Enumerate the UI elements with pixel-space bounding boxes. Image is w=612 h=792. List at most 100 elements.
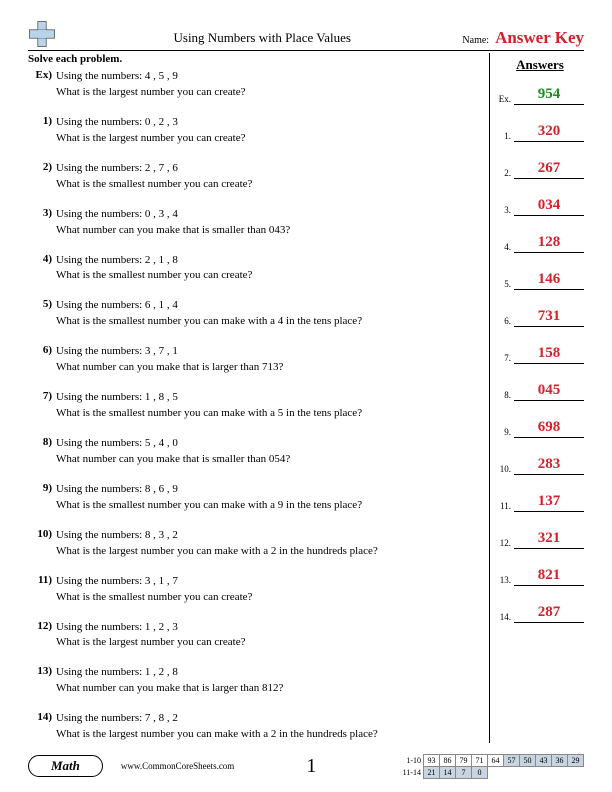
problem-number: 5) bbox=[28, 298, 52, 310]
answer-line: 698 bbox=[514, 419, 584, 438]
grid-cell: 79 bbox=[456, 754, 472, 766]
problem-number: 12) bbox=[28, 620, 52, 632]
answer-row: 6. 731 bbox=[496, 305, 584, 327]
answer-label: 4. bbox=[496, 242, 514, 253]
score-grid: 1-1093867971645750433629 11-14211470 bbox=[400, 754, 585, 779]
problem: 8) Using the numbers: 5 , 4 , 0What numbe… bbox=[28, 436, 481, 468]
answer-label: 8. bbox=[496, 390, 514, 401]
problem-text: Using the numbers: 2 , 7 , 6What is the … bbox=[56, 161, 481, 193]
problem: 14) Using the numbers: 7 , 8 , 2What is t… bbox=[28, 711, 481, 743]
answer-label: 6. bbox=[496, 316, 514, 327]
answer-line: 146 bbox=[514, 271, 584, 290]
answer-line: 045 bbox=[514, 382, 584, 401]
problem-text: Using the numbers: 4 , 5 , 9What is the … bbox=[56, 69, 481, 101]
grid-label: 1-10 bbox=[400, 754, 424, 766]
grid-cell: 29 bbox=[568, 754, 584, 766]
problem-number: 10) bbox=[28, 528, 52, 540]
plus-logo-icon bbox=[28, 20, 56, 48]
answer-key-label: Answer Key bbox=[495, 28, 584, 48]
problem-number: 7) bbox=[28, 390, 52, 402]
grid-cell: 86 bbox=[440, 754, 456, 766]
answer-label: 11. bbox=[496, 501, 514, 512]
answer-label: 2. bbox=[496, 168, 514, 179]
grid-cell: 7 bbox=[456, 766, 472, 778]
answer-line: 287 bbox=[514, 604, 584, 623]
problem: Ex) Using the numbers: 4 , 5 , 9What is t… bbox=[28, 69, 481, 101]
answer-label: 12. bbox=[496, 538, 514, 549]
problem: 9) Using the numbers: 8 , 6 , 9What is th… bbox=[28, 482, 481, 514]
grid-cell: 93 bbox=[424, 754, 440, 766]
answer-value: 321 bbox=[538, 530, 561, 546]
answer-value: 731 bbox=[538, 308, 561, 324]
answer-row: 8. 045 bbox=[496, 379, 584, 401]
problem-number: 6) bbox=[28, 344, 52, 356]
problem-number: 3) bbox=[28, 207, 52, 219]
answer-label: 9. bbox=[496, 427, 514, 438]
problem-text: Using the numbers: 2 , 1 , 8What is the … bbox=[56, 253, 481, 285]
answer-row: 12. 321 bbox=[496, 527, 584, 549]
answer-label: 10. bbox=[496, 464, 514, 475]
grid-cell: 50 bbox=[520, 754, 536, 766]
problem-text: Using the numbers: 0 , 2 , 3What is the … bbox=[56, 115, 481, 147]
problem: 1) Using the numbers: 0 , 2 , 3What is th… bbox=[28, 115, 481, 147]
answer-value: 034 bbox=[538, 197, 561, 213]
answer-row: 14. 287 bbox=[496, 601, 584, 623]
answer-line: 320 bbox=[514, 123, 584, 142]
answer-row: 4.128 bbox=[496, 231, 584, 253]
answer-label: 14. bbox=[496, 612, 514, 623]
grid-cell: 0 bbox=[472, 766, 488, 778]
problem-text: Using the numbers: 1 , 2 , 8What number … bbox=[56, 665, 481, 697]
problem-text: Using the numbers: 0 , 3 , 4What number … bbox=[56, 207, 481, 239]
problem: 11)Using the numbers: 3 , 1 , 7What is t… bbox=[28, 574, 481, 606]
answer-value: 954 bbox=[538, 86, 561, 102]
problem-text: Using the numbers: 8 , 6 , 9What is the … bbox=[56, 482, 481, 514]
problem-number: 1) bbox=[28, 115, 52, 127]
grid-cell: 71 bbox=[472, 754, 488, 766]
answer-value: 158 bbox=[538, 345, 561, 361]
page-number: 1 bbox=[306, 755, 316, 778]
answer-value: 320 bbox=[538, 123, 561, 139]
answer-label: 5. bbox=[496, 279, 514, 290]
problem: 6)Using the numbers: 3 , 7 , 1What numbe… bbox=[28, 344, 481, 376]
problem-number: Ex) bbox=[28, 69, 52, 81]
problem-text: Using the numbers: 1 , 2 , 3What is the … bbox=[56, 620, 481, 652]
header: Using Numbers with Place Values Name: An… bbox=[28, 20, 584, 51]
answer-value: 821 bbox=[538, 567, 561, 583]
problem-number: 9) bbox=[28, 482, 52, 494]
problem: 4)Using the numbers: 2 , 1 , 8What is th… bbox=[28, 253, 481, 285]
answer-row: 7. 158 bbox=[496, 342, 584, 364]
answer-row: 11. 137 bbox=[496, 490, 584, 512]
problem-text: Using the numbers: 7 , 8 , 2What is the … bbox=[56, 711, 481, 743]
answer-value: 287 bbox=[538, 604, 561, 620]
answer-value: 698 bbox=[538, 419, 561, 435]
answer-label: Ex. bbox=[496, 94, 514, 105]
problem: 12) Using the numbers: 1 , 2 , 3What is t… bbox=[28, 620, 481, 652]
answer-label: 1. bbox=[496, 131, 514, 142]
answer-row: Ex. 954 bbox=[496, 83, 584, 105]
grid-cell: 43 bbox=[536, 754, 552, 766]
problem-number: 13) bbox=[28, 665, 52, 677]
problem: 3) Using the numbers: 0 , 3 , 4What numbe… bbox=[28, 207, 481, 239]
problem-number: 8) bbox=[28, 436, 52, 448]
grid-cell: 36 bbox=[552, 754, 568, 766]
answer-line: 128 bbox=[514, 234, 584, 253]
answers-column: Answers Ex.9541.3202.2673.0344.1285.1466… bbox=[489, 53, 584, 743]
answer-label: 7. bbox=[496, 353, 514, 364]
answer-row: 10.283 bbox=[496, 453, 584, 475]
answer-value: 137 bbox=[538, 493, 561, 509]
footer: Math www.CommonCoreSheets.com 1 1-109386… bbox=[28, 754, 584, 778]
answer-value: 146 bbox=[538, 271, 561, 287]
problem: 7)Using the numbers: 1 , 8 , 5What is th… bbox=[28, 390, 481, 422]
answer-line: 034 bbox=[514, 197, 584, 216]
answer-value: 045 bbox=[538, 382, 561, 398]
problem-number: 14) bbox=[28, 711, 52, 723]
answer-value: 267 bbox=[538, 160, 561, 176]
grid-cell: 64 bbox=[488, 754, 504, 766]
answer-label: 13. bbox=[496, 575, 514, 586]
problems-column: Solve each problem. Ex)Using the numbers… bbox=[28, 53, 489, 743]
problem: 5)Using the numbers: 6 , 1 , 4What is th… bbox=[28, 298, 481, 330]
answer-line: 283 bbox=[514, 456, 584, 475]
problem-text: Using the numbers: 5 , 4 , 0What number … bbox=[56, 436, 481, 468]
answer-line: 158 bbox=[514, 345, 584, 364]
answer-label: 3. bbox=[496, 205, 514, 216]
